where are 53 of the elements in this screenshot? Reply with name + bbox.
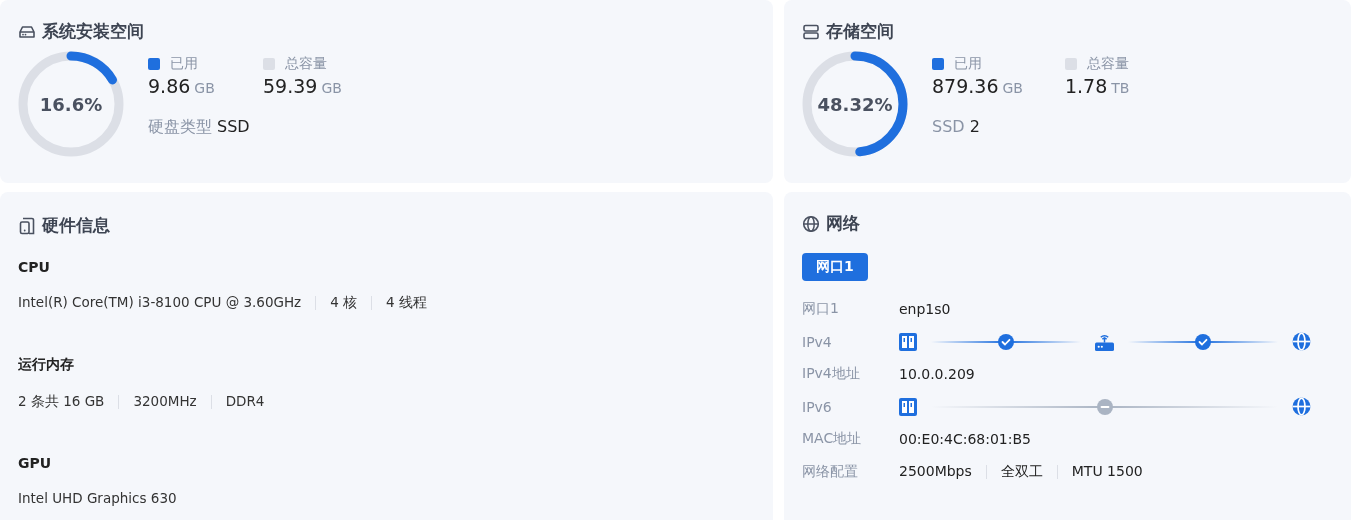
computer-icon (899, 332, 917, 351)
detail-value: 2 (969, 117, 980, 136)
field-value: 2500Mbps (899, 462, 972, 479)
field-label: IPv4 (802, 333, 833, 350)
stat-unit: TB (1111, 80, 1130, 96)
info-value: Intel(R) Core(TM) i3-8100 CPU @ 3.60GHz (18, 294, 302, 310)
section-title: CPU (18, 259, 51, 275)
stat-value: 59.39 (263, 75, 318, 97)
info-value: 2 条共 16 GB (18, 393, 105, 409)
field-value: MTU 1500 (1071, 462, 1143, 479)
field-value: enp1s0 (899, 301, 951, 318)
field-label: 网络配置 (802, 462, 859, 481)
legend-label: 已用 (954, 55, 982, 73)
detail-label: SSD (932, 117, 965, 136)
legend-label: 总容量 (1086, 55, 1129, 73)
legend-label: 总容量 (285, 55, 327, 73)
section-title: GPU (18, 455, 53, 471)
globe-icon (1292, 332, 1311, 352)
detail-value: SSD (217, 117, 250, 136)
router-icon (1095, 332, 1114, 352)
field-label: IPv4地址 (802, 365, 861, 384)
computer-icon (899, 397, 917, 416)
card-title: 系统安装空间 (42, 20, 144, 43)
stat-unit: GB (321, 80, 342, 96)
stat-value: 879.36 (932, 75, 999, 97)
device-icon (18, 216, 36, 235)
card-title: 硬件信息 (42, 214, 110, 237)
stat-unit: GB (194, 80, 215, 96)
stat-unit: GB (1002, 80, 1023, 96)
info-value: 4 核 (330, 294, 358, 310)
field-value: 10.0.0.209 (899, 366, 975, 383)
card-title: 存储空间 (826, 20, 894, 43)
info-value: DDR4 (225, 393, 265, 409)
field-value: 00:E0:4C:68:01:B5 (899, 431, 1031, 448)
field-label: IPv6 (802, 398, 833, 415)
info-value: Intel UHD Graphics 630 (18, 490, 177, 506)
card-title: 网络 (826, 212, 860, 235)
stat-value: 1.78 (1064, 75, 1108, 97)
server-icon (802, 22, 820, 41)
info-value: 4 线程 (386, 294, 427, 310)
globe-icon (802, 214, 820, 233)
stat-value: 9.86 (148, 75, 191, 97)
legend-label: 已用 (170, 55, 198, 73)
detail-label: 硬盘类型 (148, 117, 212, 136)
field-label: MAC地址 (802, 430, 863, 449)
field-label: 网口1 (802, 300, 840, 319)
section-title: 运行内存 (18, 356, 75, 374)
port-tab[interactable]: 网口1 (802, 253, 868, 281)
usage-percent: 16.6% (39, 93, 103, 115)
info-value: 3200MHz (133, 393, 197, 409)
field-value: 全双工 (1000, 462, 1043, 479)
usage-percent: 48.32% (817, 93, 893, 115)
globe-icon (1292, 397, 1311, 417)
